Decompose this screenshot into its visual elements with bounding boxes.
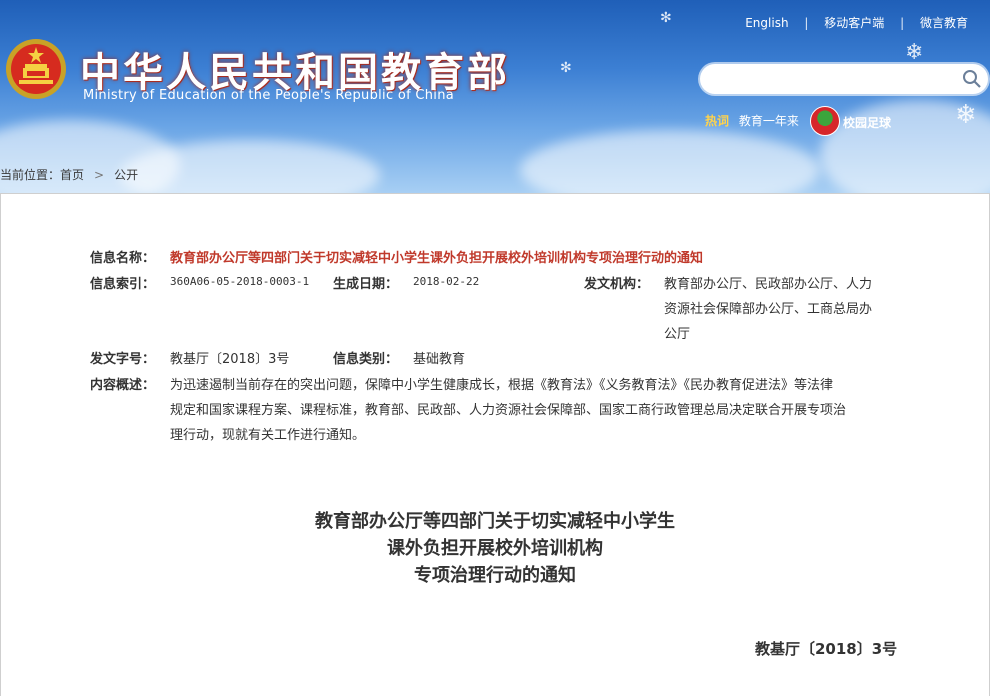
content-panel: [0, 193, 990, 696]
issuer-line: 公厅: [664, 327, 691, 342]
title-label: 信息名称：: [90, 251, 156, 266]
summary-line: 理行动，现就有关工作进行通知。: [170, 428, 366, 443]
breadcrumb-home[interactable]: 首页: [60, 168, 84, 182]
date-label: 生成日期：: [333, 277, 399, 292]
mobile-client-link[interactable]: 移动客户端: [824, 14, 884, 31]
breadcrumb-current[interactable]: 公开: [114, 168, 138, 182]
snowflake-icon: ✻: [660, 10, 672, 26]
breadcrumb: 当前位置：首页 > 公开: [0, 166, 138, 183]
weiyan-link[interactable]: 微言教育: [920, 14, 968, 31]
category-value: 基础教育: [413, 352, 466, 367]
index-value: 360A06-05-2018-0003-1: [170, 275, 310, 288]
document-heading-line: 教育部办公厅等四部门关于切实减轻中小学生: [315, 511, 675, 532]
document-heading: 教育部办公厅等四部门关于切实减轻中小学生 课外负担开展校外培训机构 专项治理行动…: [0, 508, 990, 589]
site-header: ✻ ❄ ❄ ✻ 中华人民共和国教育部 Ministry of Education…: [0, 0, 990, 195]
hot-words: 热词 教育一年来: [705, 112, 809, 129]
cloud-decoration: [520, 130, 820, 195]
summary-line: 为迅速遏制当前存在的突出问题，保障中小学生健康成长，根据《教育法》《义务教育法》…: [170, 378, 834, 393]
docno-value: 教基厅〔2018〕3号: [170, 352, 290, 367]
date-value: 2018-02-22: [413, 275, 480, 288]
document-number: 教基厅〔2018〕3号: [755, 640, 898, 658]
site-title-en: Ministry of Education of the People's Re…: [83, 88, 455, 103]
summary-line: 规定和国家课程方案、课程标准，教育部、民政部、人力资源社会保障部、国家工商行政管…: [170, 403, 847, 418]
document-heading-line: 专项治理行动的通知: [414, 565, 576, 586]
docno-label: 发文字号：: [90, 352, 156, 367]
summary-label: 内容概述：: [90, 378, 156, 393]
divider: |: [804, 16, 809, 30]
top-links: English | 移动客户端 | 微言教育: [745, 14, 968, 31]
divider: |: [900, 16, 905, 30]
chevron-right-icon: >: [94, 168, 105, 182]
issuer-line: 资源社会保障部办公厅、工商总局办: [664, 302, 873, 317]
issuer-label: 发文机构：: [584, 277, 650, 292]
snowflake-icon: ❄: [955, 100, 977, 130]
search-input[interactable]: [700, 64, 988, 94]
title-value: 教育部办公厅等四部门关于切实减轻中小学生课外负担开展校外培训机构专项治理行动的通…: [170, 251, 704, 266]
category-label: 信息类别：: [333, 352, 399, 367]
snowflake-icon: ❄: [905, 40, 924, 65]
issuer-line: 教育部办公厅、民政部办公厅、人力: [664, 277, 873, 292]
hot-word-link[interactable]: 教育一年来: [739, 114, 799, 128]
search-icon[interactable]: [962, 69, 982, 89]
hot-words-label: 热词: [705, 114, 730, 128]
breadcrumb-prefix: 当前位置：: [0, 168, 61, 182]
snowflake-icon: ✻: [560, 60, 572, 76]
document-heading-line: 课外负担开展校外培训机构: [387, 538, 603, 559]
index-label: 信息索引：: [90, 277, 156, 292]
campus-football-link[interactable]: 校园足球: [843, 114, 891, 131]
english-link[interactable]: English: [745, 16, 788, 30]
campus-football-icon[interactable]: [810, 106, 840, 136]
national-emblem-icon: [6, 39, 66, 99]
